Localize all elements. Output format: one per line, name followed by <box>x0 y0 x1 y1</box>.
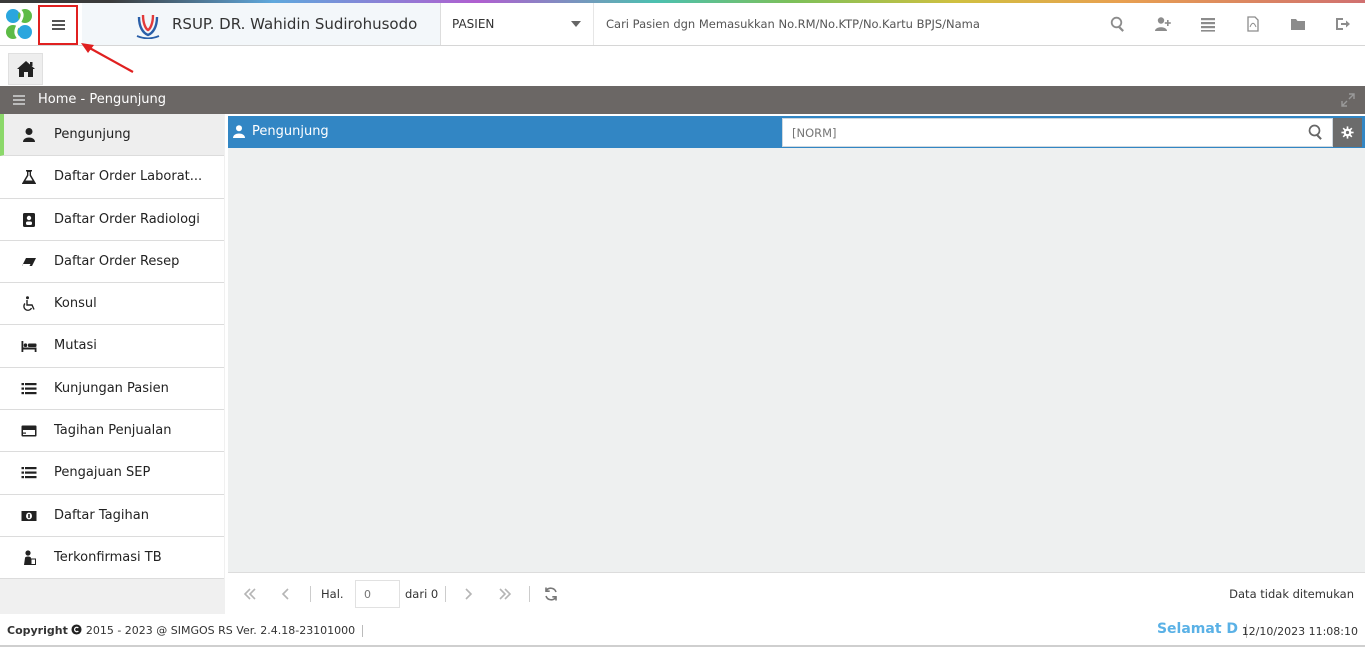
logout-button[interactable] <box>1320 3 1365 45</box>
sidebar-item-order-laboratorium[interactable]: Daftar Order Laborat... <box>0 156 224 199</box>
refresh-icon <box>545 587 557 601</box>
copyright-label: Copyright <box>7 624 68 637</box>
expand-icon[interactable] <box>1341 93 1355 107</box>
sidebar-item-label: Tagihan Penjualan <box>54 423 172 439</box>
app-logo-icon <box>6 8 32 40</box>
home-icon <box>16 61 35 77</box>
patient-search-input[interactable] <box>596 3 1101 45</box>
double-chevron-right-icon <box>499 588 512 600</box>
sidebar-item-order-radiologi[interactable]: Daftar Order Radiologi <box>0 198 224 241</box>
sidebar-item-label: Daftar Order Resep <box>54 253 180 269</box>
copyright: Copyright 2015 - 2023 @ SIMGOS RS Ver. 2… <box>7 624 364 637</box>
data-grid-body <box>228 148 1365 572</box>
panel-title: Pengunjung <box>252 124 329 139</box>
sidebar-item-label: Pengajuan SEP <box>54 465 151 481</box>
list-icon <box>1200 18 1215 32</box>
sidebar-item-label: Daftar Order Radiologi <box>54 211 200 227</box>
sidebar-item-konsul[interactable]: Konsul <box>0 283 224 326</box>
sidebar-item-pengunjung[interactable]: Pengunjung <box>0 114 224 157</box>
sidebar-item-pengajuan-sep[interactable]: Pengajuan SEP <box>0 452 224 495</box>
sidebar-item-label: Kunjungan Pasien <box>54 380 169 396</box>
search-icon <box>1110 16 1124 32</box>
refresh-button[interactable] <box>543 586 559 602</box>
page-label: Hal. <box>321 587 344 601</box>
pdf-button[interactable] <box>1230 3 1275 45</box>
chevron-right-icon <box>465 588 473 600</box>
clock: 12/10/2023 11:08:10 <box>1241 625 1358 638</box>
welcome-marquee: Selamat D <box>1156 621 1238 637</box>
annotation-arrow-icon <box>81 43 134 73</box>
top-navbar: RSUP. DR. Wahidin Sudirohusodo PASIEN <box>0 3 1365 46</box>
add-patient-button[interactable] <box>1140 3 1185 45</box>
user-icon <box>233 125 245 138</box>
logout-icon <box>1335 18 1350 30</box>
sidebar-item-label: Daftar Tagihan <box>54 507 149 523</box>
sidebar-item-tagihan-penjualan[interactable]: Tagihan Penjualan <box>0 410 224 453</box>
breadcrumb-bar: Home - Pengunjung <box>0 86 1365 114</box>
prev-page-button[interactable] <box>278 586 294 602</box>
chevron-down-icon <box>571 21 581 27</box>
sidebar-item-mutasi[interactable]: Mutasi <box>0 325 224 368</box>
footer: Copyright 2015 - 2023 @ SIMGOS RS Ver. 2… <box>0 614 1365 647</box>
menu-toggle-button[interactable] <box>38 5 78 45</box>
hamburger-icon <box>51 20 65 30</box>
pagination-bar: Hal. dari 0 Data tidak ditemukan <box>228 572 1365 614</box>
double-chevron-left-icon <box>243 588 256 600</box>
eraser-icon <box>21 257 36 266</box>
pager-divider <box>445 586 446 602</box>
copyright-text: 2015 - 2023 @ SIMGOS RS Ver. 2.4.18-2310… <box>85 624 356 637</box>
hospital-brand: RSUP. DR. Wahidin Sudirohusodo <box>82 3 441 45</box>
category-selected-value: PASIEN <box>452 17 495 31</box>
folder-button[interactable] <box>1275 3 1320 45</box>
page-number-input[interactable] <box>355 580 400 608</box>
pager-status: Data tidak ditemukan <box>1229 587 1354 601</box>
sidebar-item-label: Mutasi <box>54 338 97 354</box>
page-total-label: dari 0 <box>405 587 439 601</box>
settings-button[interactable] <box>1333 118 1362 147</box>
patient-icon <box>23 550 36 565</box>
sidebar-item-label: Terkonfirmasi TB <box>54 549 162 565</box>
search-button[interactable] <box>1095 3 1140 45</box>
list-icon <box>21 467 36 479</box>
chevron-left-icon <box>281 588 289 600</box>
sidebar: Pengunjung Daftar Order Laborat... Dafta… <box>0 114 225 614</box>
sidebar-item-kunjungan-pasien[interactable]: Kunjungan Pasien <box>0 367 224 411</box>
hospital-logo-icon <box>136 14 160 39</box>
search-icon[interactable] <box>1308 124 1324 140</box>
gear-icon <box>1341 126 1354 139</box>
sidebar-item-label: Konsul <box>54 296 97 312</box>
radiology-icon <box>22 212 35 227</box>
hamburger-icon[interactable] <box>13 95 25 105</box>
folder-icon <box>1290 19 1305 30</box>
user-icon <box>22 128 35 142</box>
sidebar-item-label: Daftar Order Laborat... <box>54 169 203 185</box>
sidebar-item-terkonfirmasi-tb[interactable]: Terkonfirmasi TB <box>0 536 224 580</box>
money-icon <box>21 510 36 521</box>
norm-search-input[interactable] <box>782 118 1333 147</box>
hospital-name: RSUP. DR. Wahidin Sudirohusodo <box>172 15 418 33</box>
add-user-icon <box>1154 17 1171 31</box>
sidebar-item-daftar-tagihan[interactable]: Daftar Tagihan <box>0 494 224 537</box>
list-button[interactable] <box>1185 3 1230 45</box>
breadcrumb: Home - Pengunjung <box>38 92 167 107</box>
copyright-icon <box>71 624 82 635</box>
flask-icon <box>21 170 36 185</box>
bed-icon <box>21 341 36 353</box>
first-page-button[interactable] <box>242 586 258 602</box>
list-icon <box>21 382 36 394</box>
sidebar-item-order-resep[interactable]: Daftar Order Resep <box>0 240 224 284</box>
sidebar-item-label: Pengunjung <box>54 127 131 142</box>
category-select[interactable]: PASIEN <box>442 3 594 45</box>
pdf-icon <box>1246 16 1259 32</box>
credit-card-icon <box>21 425 36 437</box>
sidebar-menu: Pengunjung Daftar Order Laborat... Dafta… <box>0 114 224 580</box>
wheelchair-icon <box>22 296 35 312</box>
header-toolbar <box>1095 3 1365 45</box>
last-page-button[interactable] <box>497 586 513 602</box>
pager-divider <box>310 586 311 602</box>
pager-divider <box>529 586 530 602</box>
home-button[interactable] <box>8 53 43 85</box>
next-page-button[interactable] <box>460 586 476 602</box>
